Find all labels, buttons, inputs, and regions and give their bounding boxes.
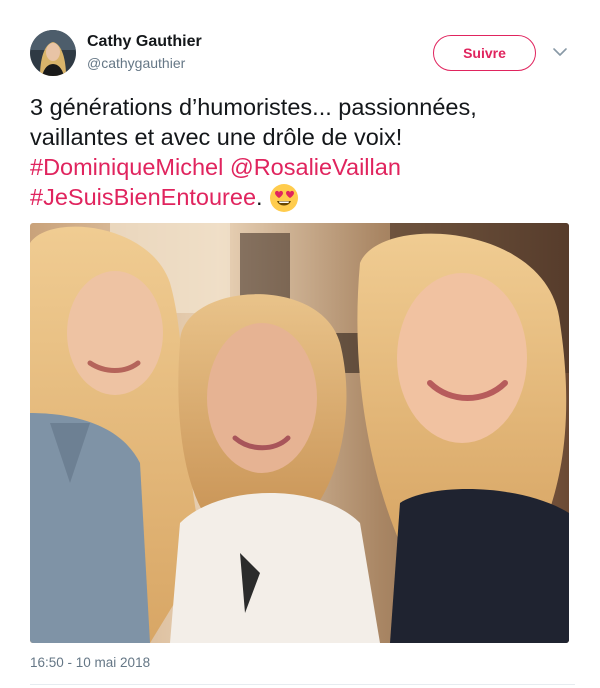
divider — [30, 684, 575, 685]
mention-link[interactable]: @RosalieVaillan — [230, 154, 401, 180]
heart-eyes-emoji-icon — [269, 183, 299, 213]
chevron-down-icon[interactable] — [550, 42, 570, 62]
tweet-punctuation: . — [256, 184, 263, 210]
tweet-card: Cathy Gauthier @cathygauthier Suivre 3 g… — [0, 0, 600, 688]
tweet-text-body: 3 générations d’humoristes... passionnée… — [30, 94, 477, 150]
hashtag-link[interactable]: #JeSuisBienEntouree — [30, 184, 256, 210]
hashtag-link[interactable]: #DominiqueMichel — [30, 154, 223, 180]
author-handle[interactable]: @cathygauthier — [87, 55, 185, 71]
avatar[interactable] — [30, 30, 76, 76]
tweet-header: Cathy Gauthier @cathygauthier Suivre — [30, 30, 575, 78]
tweet-text: 3 générations d’humoristes... passionnée… — [30, 92, 575, 213]
tweet-timestamp[interactable]: 16:50 - 10 mai 2018 — [30, 655, 150, 670]
tweet-photo[interactable] — [30, 223, 569, 643]
author-name[interactable]: Cathy Gauthier — [87, 33, 202, 51]
follow-button[interactable]: Suivre — [433, 35, 536, 71]
